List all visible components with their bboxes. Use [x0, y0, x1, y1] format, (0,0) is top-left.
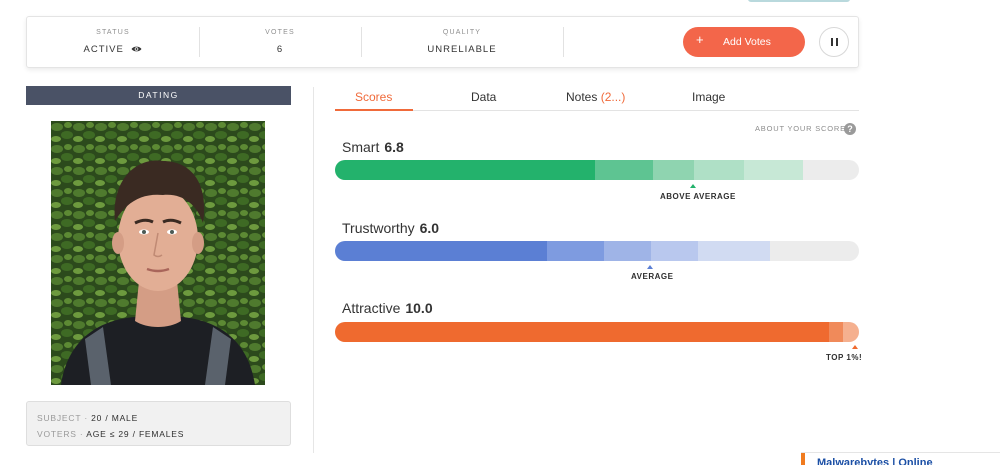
subject-line: SUBJECT · 20 / MALE [37, 410, 280, 426]
column-divider [313, 87, 314, 453]
plus-icon: + [696, 32, 704, 47]
separator: · [81, 413, 92, 423]
quality-label: QUALITY [442, 29, 482, 36]
separator: · [76, 429, 87, 439]
pause-button[interactable] [819, 27, 849, 57]
voters-key: VOTERS [37, 429, 77, 439]
subject-photo [51, 121, 265, 385]
bar-segment [744, 160, 803, 180]
bar-segment [547, 241, 604, 261]
subject-key: SUBJECT [37, 413, 82, 423]
subject-info-box: SUBJECT · 20 / MALE VOTERS · AGE ≤ 29 / … [26, 401, 291, 446]
bar-segment [335, 160, 595, 180]
bar-segment [698, 241, 770, 261]
bar-segment [829, 322, 843, 342]
score-name: Attractive [342, 300, 401, 316]
score-marker [852, 345, 858, 349]
pause-icon [831, 38, 838, 46]
bar-segment [651, 241, 698, 261]
bar-segment [694, 160, 744, 180]
eye-icon[interactable] [131, 45, 142, 53]
help-icon[interactable]: ? [844, 123, 856, 135]
tab-scores[interactable]: Scores [355, 90, 392, 104]
marker-label-attractive: TOP 1%! [826, 353, 863, 362]
bar-segment [604, 241, 651, 261]
score-bar-smart [335, 160, 859, 180]
score-title-trustworthy: Trustworthy 6.0 [342, 220, 439, 236]
score-marker [647, 265, 653, 269]
votes-label: VOTES [265, 29, 295, 36]
add-votes-label: Add Votes [723, 36, 771, 48]
tab-notes[interactable]: Notes (2...) [566, 90, 625, 104]
tab-data[interactable]: Data [471, 90, 496, 104]
status-stat: STATUS ACTIVE [27, 17, 199, 67]
score-title-attractive: Attractive 10.0 [342, 300, 433, 316]
divider [563, 27, 564, 57]
status-label: STATUS [96, 29, 130, 36]
tab-notes-label: Notes [566, 90, 598, 104]
voters-line: VOTERS · AGE ≤ 29 / FEMALES [37, 426, 280, 442]
malwarebytes-popup[interactable]: Malwarebytes | Online [801, 452, 1000, 465]
active-tab-underline [335, 109, 413, 111]
quality-value: UNRELIABLE [427, 44, 497, 55]
status-value: ACTIVE [83, 44, 124, 55]
score-bar-attractive [335, 322, 859, 342]
popup-text: Malwarebytes | Online [817, 457, 933, 465]
bar-segment [653, 160, 694, 180]
popup-accent [801, 453, 805, 465]
votes-value: 6 [276, 44, 284, 55]
score-value: 10.0 [405, 300, 433, 316]
score-value: 6.8 [384, 139, 404, 155]
score-name: Trustworthy [342, 220, 415, 236]
top-button-edge[interactable] [748, 0, 850, 2]
category-header: DATING [26, 86, 291, 105]
add-votes-button[interactable]: + Add Votes [683, 27, 805, 57]
about-scores-link[interactable]: ABOUT YOUR SCORES [755, 124, 852, 133]
bar-segment [335, 322, 829, 342]
bar-segment [335, 241, 547, 261]
stats-bar: STATUS ACTIVE VOTES 6 QUALITY UNRELIABLE… [26, 16, 859, 68]
marker-label-trustworthy: AVERAGE [631, 272, 674, 281]
notes-count: (2...) [600, 90, 626, 104]
tab-image[interactable]: Image [692, 90, 725, 104]
tab-bar: Scores Data Notes (2...) Image [335, 86, 859, 111]
marker-label-smart: ABOVE AVERAGE [660, 192, 736, 201]
score-name: Smart [342, 139, 380, 155]
bar-segment [595, 160, 653, 180]
bar-segment [843, 322, 859, 342]
quality-stat: QUALITY UNRELIABLE [361, 17, 563, 67]
subject-value: 20 / MALE [91, 413, 139, 423]
votes-stat: VOTES 6 [199, 17, 361, 67]
voters-value: AGE ≤ 29 / FEMALES [86, 429, 185, 439]
score-marker [690, 184, 696, 188]
score-bar-trustworthy [335, 241, 859, 261]
score-value: 6.0 [419, 220, 440, 236]
status-value-row: ACTIVE [27, 44, 199, 55]
portrait-image [51, 121, 265, 385]
score-title-smart: Smart 6.8 [342, 139, 404, 155]
